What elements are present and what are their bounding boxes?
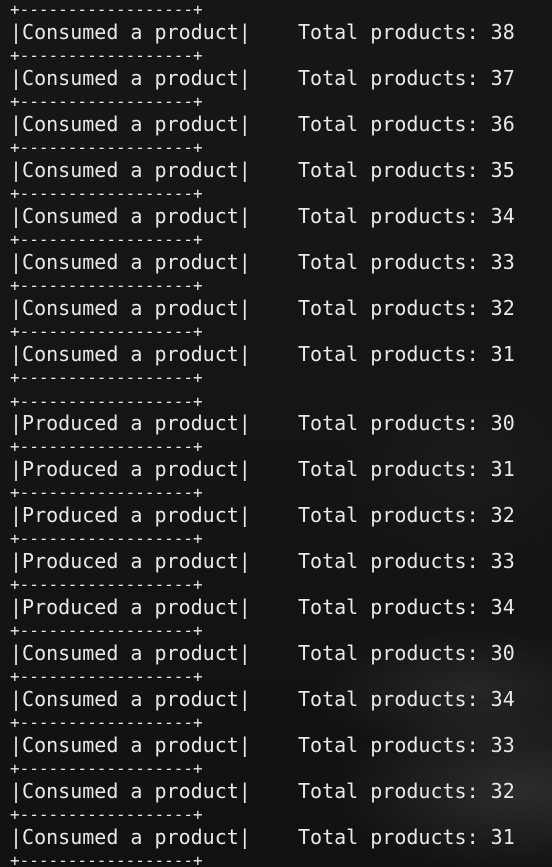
total-products: Total products: 31 — [298, 825, 515, 849]
log-block: |Consumed a product| Total products: 33 … — [0, 713, 552, 778]
log-block: |Consumed a product| Total products: 34 … — [0, 184, 552, 249]
total-products: Total products: 34 — [298, 687, 515, 711]
total-products: Total products: 35 — [298, 158, 515, 182]
log-block: |Consumed a product| Total products: 35 … — [0, 138, 552, 203]
log-block: |Consumed a product| Total products: 31 … — [0, 805, 552, 867]
log-message: |Produced a product| — [10, 411, 251, 435]
total-products: Total products: 34 — [298, 204, 515, 228]
log-block: |Produced a product| Total products: 31 … — [0, 437, 552, 502]
log-block: |Consumed a product| Total products: 31 … — [0, 322, 552, 387]
log-message: |Consumed a product| — [10, 779, 251, 803]
log-message: |Consumed a product| — [10, 158, 251, 182]
log-block: |Consumed a product| Total products: 32 … — [0, 759, 552, 824]
log-block: |Produced a product| Total products: 33 … — [0, 529, 552, 594]
log-block: |Consumed a product| Total products: 30 … — [0, 621, 552, 686]
terminal-output: +------------------+ |Consumed a product… — [0, 0, 552, 867]
log-message: |Consumed a product| — [10, 20, 251, 44]
log-message: |Produced a product| — [10, 457, 251, 481]
total-products: Total products: 32 — [298, 779, 515, 803]
total-products: Total products: 31 — [298, 342, 515, 366]
total-products: Total products: 31 — [298, 457, 515, 481]
bottom-border: +------------------+ — [10, 368, 203, 387]
total-products: Total products: 32 — [298, 503, 515, 527]
log-message: |Produced a product| — [10, 549, 251, 573]
bottom-border: +------------------+ — [10, 851, 203, 867]
log-block: |Produced a product| Total products: 34 … — [0, 575, 552, 640]
log-message: |Consumed a product| — [10, 66, 251, 90]
total-products: Total products: 30 — [298, 411, 515, 435]
log-message: |Consumed a product| — [10, 250, 251, 274]
total-products: Total products: 32 — [298, 296, 515, 320]
log-message: |Produced a product| — [10, 595, 251, 619]
total-products: Total products: 36 — [298, 112, 515, 136]
log-message: |Consumed a product| — [10, 825, 251, 849]
log-block: |Consumed a product| Total products: 32 … — [0, 276, 552, 341]
log-message: |Consumed a product| — [10, 342, 251, 366]
log-message: |Consumed a product| — [10, 204, 251, 228]
total-products: Total products: 33 — [298, 250, 515, 274]
total-products: Total products: 37 — [298, 66, 515, 90]
total-products: Total products: 34 — [298, 595, 515, 619]
log-message: |Consumed a product| — [10, 641, 251, 665]
log-block: +------------------+ |Produced a product… — [0, 391, 552, 456]
log-block: |Produced a product| Total products: 32 … — [0, 483, 552, 548]
log-block: |Consumed a product| Total products: 34 … — [0, 667, 552, 732]
total-products: Total products: 33 — [298, 733, 515, 757]
total-products: Total products: 33 — [298, 549, 515, 573]
total-products: Total products: 30 — [298, 641, 515, 665]
log-message: |Consumed a product| — [10, 112, 251, 136]
log-block: +------------------+ |Consumed a product… — [0, 0, 552, 65]
total-products: Total products: 38 — [298, 20, 515, 44]
log-block: |Consumed a product| Total products: 33 … — [0, 230, 552, 295]
log-message: |Consumed a product| — [10, 296, 251, 320]
log-message: |Consumed a product| — [10, 733, 251, 757]
log-message: |Consumed a product| — [10, 687, 251, 711]
log-message: |Produced a product| — [10, 503, 251, 527]
top-border: +------------------+ — [10, 0, 203, 19]
log-block: |Consumed a product| Total products: 36 … — [0, 92, 552, 157]
top-border: +------------------+ — [10, 392, 203, 411]
log-block: |Consumed a product| Total products: 37 … — [0, 46, 552, 111]
